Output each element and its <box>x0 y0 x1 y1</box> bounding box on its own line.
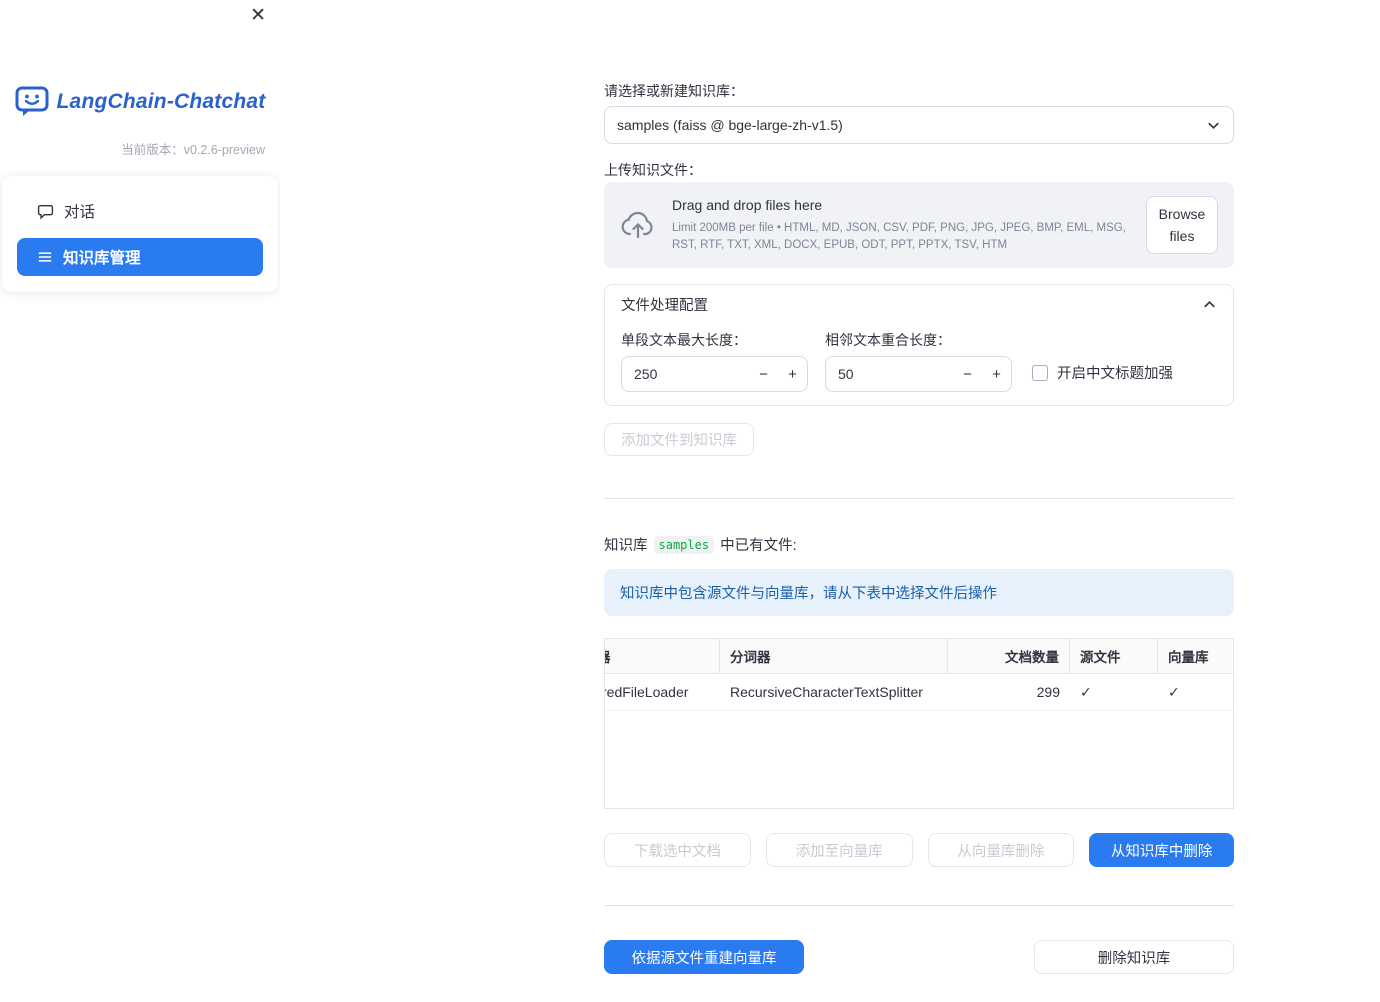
nav-menu: 对话 知识库管理 <box>2 176 278 292</box>
logo-chat-icon <box>15 86 49 117</box>
column-header-splitter[interactable]: 分词器 <box>720 639 948 673</box>
expander-header[interactable]: 文件处理配置 <box>605 285 1233 324</box>
file-config-expander: 文件处理配置 单段文本最大长度： 250 − + 相邻文本重合长度： 50 − … <box>604 284 1234 406</box>
add-to-vector-store-button[interactable]: 添加至向量库 <box>765 833 913 867</box>
delete-kb-button[interactable]: 删除知识库 <box>1034 940 1234 974</box>
expander-title: 文件处理配置 <box>621 298 708 314</box>
sidebar-item-knowledge-base[interactable]: 知识库管理 <box>17 238 263 276</box>
list-icon <box>37 249 53 265</box>
main-area: 请选择或新建知识库： samples (faiss @ bge-large-zh… <box>280 0 1380 1002</box>
close-sidebar-icon[interactable]: ✕ <box>250 6 266 25</box>
table-row[interactable]: redFileLoader RecursiveCharacterTextSpli… <box>605 674 1233 711</box>
download-selected-button[interactable]: 下载选中文档 <box>604 833 751 867</box>
sidebar-item-label: 对话 <box>64 204 96 221</box>
files-table: 器 分词器 文档数量 源文件 向量库 redFileLoader Recursi… <box>604 638 1234 809</box>
info-banner: 知识库中包含源文件与向量库，请从下表中选择文件后操作 <box>604 569 1234 616</box>
cell-splitter: RecursiveCharacterTextSplitter <box>730 684 923 700</box>
decrement-button[interactable]: − <box>953 366 982 383</box>
table-header-row: 器 分词器 文档数量 源文件 向量库 <box>605 639 1233 674</box>
divider <box>604 905 1234 906</box>
version-label: 当前版本：v0.2.6-preview <box>121 143 265 157</box>
file-actions-row: 下载选中文档 添加至向量库 从向量库删除 从知识库中删除 <box>604 833 1234 867</box>
chunk-overlap-input[interactable]: 50 − + <box>825 356 1012 392</box>
sidebar-item-label: 知识库管理 <box>63 250 141 267</box>
dropzone-limit: Limit 200MB per file • HTML, MD, JSON, C… <box>672 221 1126 251</box>
add-files-to-kb-button[interactable]: 添加文件到知识库 <box>604 423 754 456</box>
kb-select-value: samples (faiss @ bge-large-zh-v1.5) <box>617 117 843 133</box>
checkbox-label: 开启中文标题加强 <box>1057 366 1173 382</box>
divider <box>604 498 1234 499</box>
chevron-down-icon <box>1206 118 1221 133</box>
column-header-vector-store[interactable]: 向量库 <box>1158 639 1233 673</box>
kb-select-label: 请选择或新建知识库： <box>604 83 744 99</box>
upload-cloud-icon <box>620 211 656 239</box>
sidebar: ✕ LangChain-Chatchat 当前版本：v0.2.6-preview… <box>0 0 280 1002</box>
rebuild-vector-store-button[interactable]: 依据源文件重建向量库 <box>604 940 804 974</box>
cell-doc-count: 299 <box>1036 684 1060 700</box>
browse-files-button[interactable]: Browse files <box>1146 195 1218 255</box>
file-dropzone[interactable]: Drag and drop files here Limit 200MB per… <box>604 182 1234 268</box>
upload-label: 上传知识文件： <box>604 162 702 178</box>
chunk-size-value: 250 <box>634 366 658 382</box>
kb-name-code: samples <box>653 535 715 554</box>
chunk-size-input[interactable]: 250 − + <box>621 356 808 392</box>
chunk-overlap-label: 相邻文本重合长度： <box>825 332 951 348</box>
chunk-overlap-value: 50 <box>838 366 854 382</box>
cell-source-file-check: ✓ <box>1080 683 1092 700</box>
column-header-source-file[interactable]: 源文件 <box>1070 639 1158 673</box>
cell-vector-store-check: ✓ <box>1168 683 1180 700</box>
dropzone-instructions: Drag and drop files here Limit 200MB per… <box>672 197 1130 253</box>
kb-actions-row: 依据源文件重建向量库 删除知识库 <box>604 940 1234 974</box>
chat-bubble-icon <box>37 203 54 220</box>
logo-text: LangChain-Chatchat <box>56 89 266 113</box>
decrement-button[interactable]: − <box>749 366 778 383</box>
delete-from-vector-store-button[interactable]: 从向量库删除 <box>927 833 1075 867</box>
increment-button[interactable]: + <box>778 366 807 383</box>
column-header-loader[interactable]: 器 <box>605 639 720 673</box>
column-header-doc-count[interactable]: 文档数量 <box>948 639 1070 673</box>
dropzone-title: Drag and drop files here <box>672 196 823 213</box>
existing-files-heading: 知识库 samples 中已有文件: <box>604 534 1234 555</box>
zh-title-enhance-checkbox[interactable]: 开启中文标题加强 <box>1032 362 1173 383</box>
chunk-size-label: 单段文本最大长度： <box>621 332 747 348</box>
chevron-up-icon <box>1202 297 1217 312</box>
checkbox-box-icon[interactable] <box>1032 364 1048 381</box>
cell-loader: redFileLoader <box>605 684 689 700</box>
sidebar-item-dialogue[interactable]: 对话 <box>17 192 263 230</box>
increment-button[interactable]: + <box>982 366 1011 383</box>
app-logo: LangChain-Chatchat <box>0 86 280 117</box>
delete-from-kb-button[interactable]: 从知识库中删除 <box>1089 833 1234 867</box>
kb-prefix-text: 知识库 <box>604 538 648 554</box>
kb-suffix-text: 中已有文件: <box>720 538 797 554</box>
kb-select[interactable]: samples (faiss @ bge-large-zh-v1.5) <box>604 106 1234 144</box>
